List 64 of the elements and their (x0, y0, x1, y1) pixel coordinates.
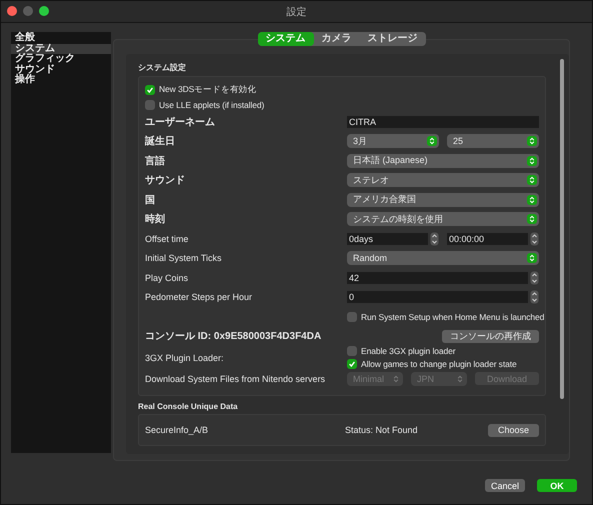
dropdown[interactable]: ステレオ (347, 173, 539, 188)
tab[interactable]: ストレージ (360, 32, 426, 46)
sidebar-item[interactable]: 操作 (11, 75, 111, 86)
chevron-updown-icon (527, 214, 537, 224)
setting-label: Download System Files from Nitendo servers (145, 374, 326, 384)
scrollbar[interactable] (560, 59, 564, 399)
number-field[interactable]: 0days (347, 232, 428, 245)
checkbox[interactable]: New 3DSモードを有効化 (145, 84, 539, 96)
setting-label: 誕生日 (145, 136, 175, 148)
chevron-updown-icon (391, 374, 401, 384)
setting-label: Offset time (145, 234, 188, 244)
stepper-icon[interactable] (530, 270, 539, 285)
chevron-updown-icon (527, 175, 537, 186)
dropdown[interactable]: アメリカ合衆国 (347, 192, 539, 207)
sidebar-item[interactable]: サウンド (11, 64, 111, 75)
dropdown[interactable]: システムの時刻を使用 (347, 212, 539, 226)
tab[interactable]: カメラ (314, 32, 360, 46)
checkmark-icon (348, 360, 356, 368)
choose-button[interactable]: Choose (488, 424, 539, 436)
number-field[interactable]: 0 (347, 291, 528, 304)
checkbox[interactable]: Enable 3GX plugin loader (347, 346, 539, 356)
sidebar-item[interactable]: 全般 (11, 33, 111, 44)
chevron-updown-icon (427, 136, 437, 146)
setting-label: Initial System Ticks (145, 253, 222, 264)
tab[interactable]: システム (258, 32, 314, 46)
setting-label: 国 (145, 194, 155, 206)
cancel-button[interactable]: Cancel (485, 479, 525, 492)
file-label: SecureInfo_A/B (145, 425, 210, 435)
push-button[interactable]: コンソールの再作成 (442, 330, 539, 343)
chevron-updown-icon (527, 136, 537, 146)
checkbox[interactable]: Allow games to change plugin loader state (347, 359, 539, 369)
setting-label: サウンド (145, 175, 185, 186)
dropdown[interactable]: 25 (447, 134, 539, 148)
status-text: Status: Not Found (345, 425, 419, 435)
zoom-icon[interactable] (39, 6, 49, 16)
setting-label: ユーザーネーム (145, 116, 215, 128)
group-title: システム設定 (138, 62, 187, 73)
text-field[interactable]: CITRA (347, 116, 539, 128)
close-icon[interactable] (7, 6, 17, 16)
chevron-updown-icon (527, 253, 537, 264)
setting-label: コンソール ID: 0x9E580003F4D3F4DA (145, 331, 322, 342)
chevron-updown-icon (527, 156, 537, 166)
setting-label: Pedometer Steps per Hour (145, 292, 252, 302)
stepper-icon[interactable] (430, 232, 439, 246)
setting-label: 時刻 (145, 214, 165, 226)
stepper-icon[interactable] (530, 232, 539, 246)
dropdown[interactable]: Random (347, 251, 539, 266)
dropdown[interactable]: 日本語 (Japanese) (347, 154, 539, 168)
chevron-updown-icon (455, 374, 465, 384)
setting-label: 3GX Plugin Loader: (145, 352, 224, 362)
group-title: Real Console Unique Data (138, 402, 239, 410)
dropdown[interactable]: 3月 (347, 134, 439, 148)
setting-label: 言語 (145, 156, 165, 167)
stepper-icon[interactable] (530, 290, 539, 304)
number-field[interactable]: 42 (347, 272, 528, 284)
sidebar-item[interactable]: システム (11, 44, 111, 54)
checkbox[interactable]: Use LLE applets (if installed) (145, 100, 539, 110)
checkmark-icon (146, 86, 154, 94)
checkbox[interactable]: Run System Setup when Home Menu is launched (347, 312, 544, 322)
setting-label: Play Coins (145, 272, 188, 283)
number-field[interactable]: 00:00:00 (447, 232, 528, 245)
sidebar-item[interactable]: グラフィック (11, 54, 111, 64)
window-title: 設定 (286, 6, 306, 18)
chevron-updown-icon (527, 194, 537, 205)
